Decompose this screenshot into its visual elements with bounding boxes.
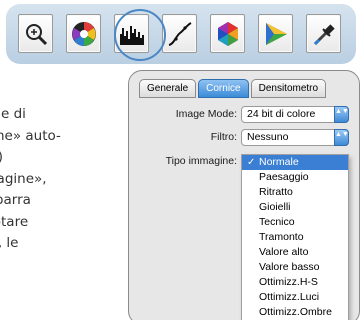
color-triangle-icon bbox=[265, 22, 287, 45]
dropdown-item-tecnico[interactable]: Tecnico bbox=[242, 215, 348, 230]
dropdown-item-ottimizz-luci[interactable]: Ottimizz.Luci bbox=[242, 290, 348, 305]
image-mode-select[interactable]: 24 bit di colore ▲▼ bbox=[241, 106, 349, 123]
dialog-tabs: Generale Cornice Densitometro bbox=[139, 79, 328, 98]
description-line: izzata) bbox=[0, 147, 140, 169]
color-balance-button[interactable] bbox=[66, 14, 101, 53]
curves-button[interactable] bbox=[162, 14, 197, 53]
settings-dialog: Generale Cornice Densitometro Image Mode… bbox=[128, 70, 360, 320]
image-type-label: Tipo immagine: bbox=[165, 155, 237, 167]
curve-icon bbox=[168, 21, 192, 46]
image-type-dropdown[interactable]: ✓ Normale Paesaggio Ritratto Gioielli Te… bbox=[241, 154, 349, 320]
filter-label: Filtro: bbox=[210, 131, 237, 143]
histogram-button[interactable] bbox=[114, 14, 149, 53]
tab-generale[interactable]: Generale bbox=[139, 79, 197, 98]
dropdown-item-valore-basso[interactable]: Valore basso bbox=[242, 260, 348, 275]
dropdown-item-ottimizz-hs[interactable]: Ottimizz.H-S bbox=[242, 275, 348, 290]
magnifier-icon bbox=[25, 23, 47, 45]
description-line: sezione di bbox=[0, 106, 26, 122]
description-line: le luci, le bbox=[0, 235, 19, 251]
hue-saturation-button[interactable] bbox=[210, 14, 245, 53]
selective-color-button[interactable] bbox=[258, 14, 293, 53]
tab-cornice[interactable]: Cornice bbox=[198, 79, 249, 98]
description-line: «Immagine», bbox=[0, 170, 47, 187]
icon-toolbar bbox=[6, 4, 356, 64]
image-mode-value: 24 bit di colore bbox=[247, 108, 316, 120]
filter-value: Nessuno bbox=[247, 131, 289, 143]
checkmark-icon: ✓ bbox=[247, 157, 256, 168]
color-hexagon-icon bbox=[217, 21, 238, 46]
tab-densitometro[interactable]: Densitometro bbox=[250, 79, 327, 98]
select-arrows-icon: ▲▼ bbox=[334, 106, 349, 123]
color-wheel-icon bbox=[71, 21, 96, 46]
image-mode-label: Image Mode: bbox=[175, 108, 237, 120]
eyedropper-button[interactable] bbox=[306, 14, 341, 53]
eyedropper-icon bbox=[313, 23, 335, 45]
dropdown-item-paesaggio[interactable]: Paesaggio bbox=[242, 170, 348, 185]
dropdown-item-normale[interactable]: ✓ Normale bbox=[242, 155, 348, 170]
filter-select[interactable]: Nessuno ▲▼ bbox=[241, 129, 349, 146]
zoom-tool-button[interactable] bbox=[18, 14, 53, 53]
dropdown-item-tramonto[interactable]: Tramonto bbox=[242, 230, 348, 245]
dropdown-item-ritratto[interactable]: Ritratto bbox=[242, 185, 348, 200]
dropdown-item-valore-alto[interactable]: Valore alto bbox=[242, 245, 348, 260]
select-arrows-icon: ▲▼ bbox=[334, 129, 349, 146]
description-line: ttazione» auto- bbox=[0, 127, 61, 144]
description-text: sezione di ttazione» auto- izzata) «Imma… bbox=[0, 104, 140, 320]
description-line: nella barra bbox=[0, 192, 31, 208]
dropdown-item-label: Normale bbox=[259, 156, 299, 168]
description-line: ete notare bbox=[0, 213, 29, 230]
dropdown-item-gioielli[interactable]: Gioielli bbox=[242, 200, 348, 215]
histogram-icon bbox=[119, 25, 144, 45]
dropdown-item-ottimizz-ombre[interactable]: Ottimizz.Ombre bbox=[242, 305, 348, 320]
